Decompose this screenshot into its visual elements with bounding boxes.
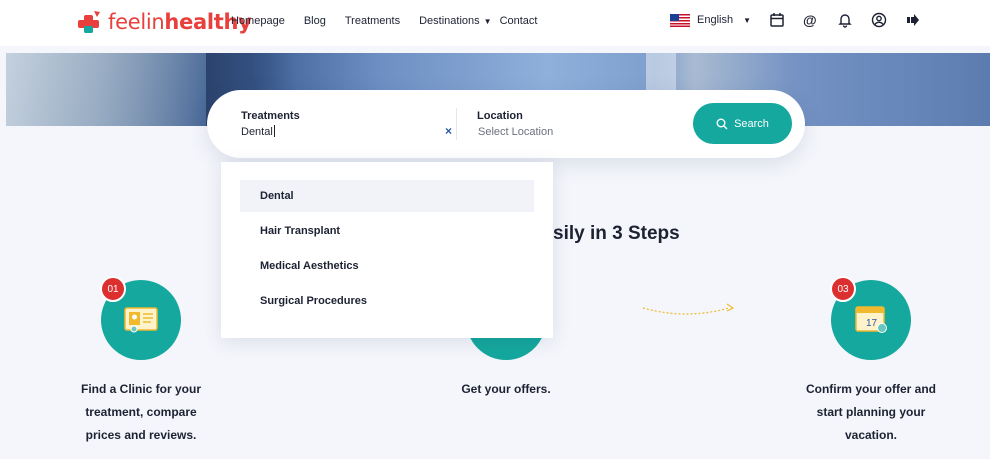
dropdown-option-dental[interactable]: Dental <box>240 180 534 212</box>
us-flag-icon <box>670 13 690 27</box>
chevron-down-icon: ▼ <box>483 17 492 26</box>
divider <box>456 108 457 140</box>
treatments-label: Treatments <box>241 110 300 122</box>
step-3-text: Confirm your offer and start planning yo… <box>805 382 936 442</box>
search-icon <box>716 118 728 129</box>
user-icon[interactable] <box>871 12 887 28</box>
location-label: Location <box>477 110 523 122</box>
nav-contact[interactable]: Contact <box>500 15 538 27</box>
search-bar: Treatments Dental × Location Select Loca… <box>207 90 805 158</box>
calendar-icon[interactable] <box>769 12 785 28</box>
bell-icon[interactable] <box>837 12 853 28</box>
nav-homepage[interactable]: Homepage <box>231 15 285 27</box>
nav-blog[interactable]: Blog <box>304 15 326 27</box>
treatments-dropdown: Dental Hair Transplant Medical Aesthetic… <box>221 162 553 338</box>
step-1-text: Find a Clinic for your treatment, compar… <box>80 382 201 442</box>
brand-logo[interactable]: feelinhealthy <box>76 9 252 35</box>
dotted-arrow-icon <box>642 303 735 315</box>
logo-cross-icon <box>78 11 100 33</box>
nav-destinations[interactable]: Destinations ▼ <box>419 15 499 27</box>
steps-title: sily in 3 Steps <box>553 223 680 244</box>
nav-treatments[interactable]: Treatments <box>345 15 400 27</box>
step-1-badge: 01 <box>100 276 126 302</box>
step-2-text: Get your offers. <box>461 382 551 396</box>
clear-icon[interactable]: × <box>445 124 452 138</box>
header-actions: English ▼ @ <box>670 12 921 28</box>
chevron-down-icon: ▼ <box>743 15 751 25</box>
top-header: feelinhealthy Homepage Blog Treatments D… <box>0 0 990 46</box>
search-button[interactable]: Search <box>693 103 792 144</box>
location-select[interactable]: Select Location <box>478 126 553 138</box>
clinic-card-icon <box>124 307 158 333</box>
step-3-badge: 03 <box>830 276 856 302</box>
language-selector[interactable]: English <box>697 14 733 26</box>
treatments-input[interactable]: Dental <box>241 125 275 138</box>
calendar-planner-icon: 17 <box>855 306 887 333</box>
at-sign-icon[interactable]: @ <box>803 12 819 28</box>
dropdown-option-hair-transplant[interactable]: Hair Transplant <box>240 215 534 247</box>
main-nav: Homepage Blog Treatments Destinations ▼ C… <box>231 15 556 27</box>
dropdown-option-medical-aesthetics[interactable]: Medical Aesthetics <box>240 250 534 282</box>
dropdown-option-surgical-procedures[interactable]: Surgical Procedures <box>240 285 534 317</box>
svg-text:17: 17 <box>866 318 878 329</box>
logout-icon[interactable] <box>905 12 921 28</box>
